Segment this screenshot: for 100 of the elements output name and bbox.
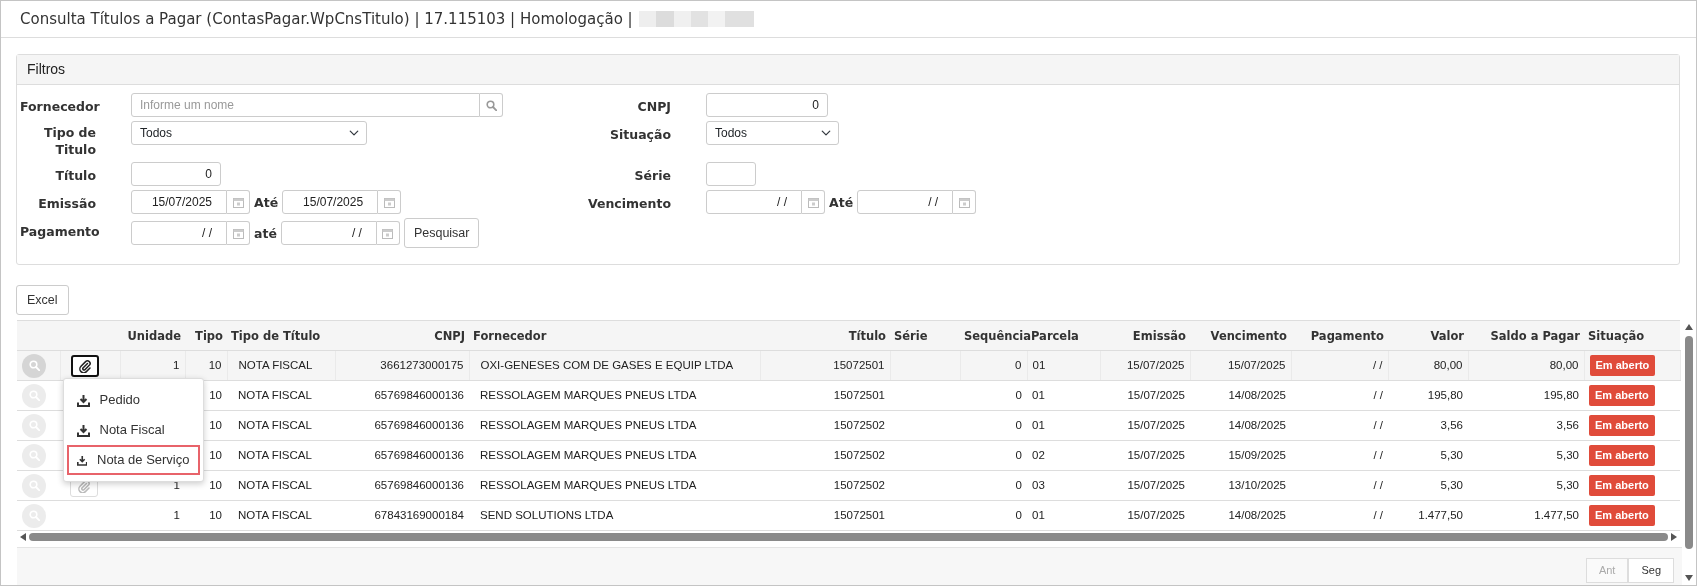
table-cell: 10 [185, 500, 227, 531]
dropdown[interactable]: Todos [131, 121, 367, 145]
table-cell: 65769846000136 [335, 410, 469, 441]
table-cell: 15/07/2025 [1190, 350, 1291, 381]
table-cell: NOTA FISCAL [227, 440, 335, 471]
search-icon [28, 360, 40, 371]
calendar-button[interactable] [953, 190, 977, 214]
table-cell: / / [1291, 440, 1388, 471]
menu-item[interactable]: Nota de Serviço [66, 445, 200, 475]
name-field[interactable]: Informe um nome [131, 93, 480, 117]
date-field[interactable]: / / [131, 221, 227, 245]
calendar-button[interactable] [378, 190, 402, 214]
column-header: Emissão [1100, 320, 1190, 351]
calendar-button[interactable] [376, 221, 400, 245]
table-cell: 15072501 [760, 380, 890, 411]
table-cell: 01 [1027, 410, 1100, 441]
calendar-icon [232, 196, 244, 208]
calendar-button[interactable] [802, 190, 825, 214]
table-cell: 0 [960, 470, 1027, 501]
table-cell: 80,00 [1388, 350, 1468, 381]
panel-header: Filtros [17, 55, 1679, 85]
calendar-icon [383, 196, 395, 208]
column-header: Série [890, 320, 960, 351]
field-label: Título [54, 167, 96, 185]
table-cell: 13/10/2025 [1190, 470, 1291, 501]
table-cell: RESSOLAGEM MARQUES PNEUS LTDA [469, 440, 760, 471]
table-cell: NOTA FISCAL [227, 380, 335, 411]
table-cell: 65769846000136 [335, 440, 469, 471]
download-icon [76, 423, 90, 437]
table-cell: 65769846000136 [335, 470, 469, 501]
table-cell: 3661273000175 [335, 350, 469, 381]
table-cell: 0 [960, 500, 1027, 531]
table-cell: 02 [1027, 440, 1100, 471]
table-cell: OXI-GENESES COM DE GASES E EQUIP LTDA [469, 350, 760, 381]
table-cell: 1.477,50 [1468, 500, 1584, 531]
table-cell: 5,30 [1388, 440, 1468, 471]
excel-button[interactable]: Excel [16, 285, 69, 315]
number-field[interactable]: 0 [706, 93, 828, 117]
table-cell: RESSOLAGEM MARQUES PNEUS LTDA [469, 470, 760, 501]
column-header: CNPJ [335, 320, 469, 351]
table-cell: / / [1291, 350, 1388, 381]
status-badge: Em aberto [1589, 385, 1655, 406]
calendar-icon [382, 227, 394, 239]
dropdown[interactable]: Todos [706, 121, 839, 145]
paperclip-icon [77, 358, 92, 373]
calendar-button[interactable] [227, 221, 250, 245]
table-cell: 5,30 [1468, 440, 1584, 471]
calendar-icon [807, 196, 819, 208]
search-button[interactable]: Pesquisar [403, 218, 480, 248]
download-icon [76, 393, 90, 407]
calendar-icon [232, 227, 244, 239]
date-field[interactable]: 15/07/2025 [282, 190, 379, 214]
down-arrow-icon [1685, 575, 1693, 581]
field-label: Situação [608, 126, 671, 144]
table-cell: 0 [960, 410, 1027, 441]
table-cell: 195,80 [1468, 380, 1584, 411]
table-cell: 03 [1027, 470, 1100, 501]
column-header: Saldo a Pagar [1468, 320, 1584, 351]
table-cell: 1.477,50 [1388, 500, 1468, 531]
range-label: Até [254, 194, 279, 210]
table-cell: 15/07/2025 [1100, 470, 1190, 501]
range-label: Até [829, 194, 854, 210]
status-badge: Em aberto [1589, 475, 1655, 496]
status-badge: Em aberto [1589, 445, 1655, 466]
table-cell: 15072502 [760, 410, 890, 441]
table-cell: 15072501 [760, 500, 890, 531]
page-button[interactable]: Seg [1628, 558, 1674, 583]
column-header: Pagamento [1291, 320, 1388, 351]
table-cell: 15072502 [760, 440, 890, 471]
table-cell: 10 [185, 470, 227, 501]
table-cell: 67843169000184 [335, 500, 469, 531]
table-cell: SEND SOLUTIONS LTDA [469, 500, 760, 531]
table-cell: 0 [960, 380, 1027, 411]
date-field[interactable]: / / [280, 221, 377, 245]
calendar-button[interactable] [227, 190, 250, 214]
search-button[interactable] [480, 93, 503, 117]
table-cell: 15/07/2025 [1100, 500, 1190, 531]
table-cell: 01 [1027, 350, 1100, 381]
field-label: Emissão [37, 195, 96, 213]
attachment-button[interactable] [70, 354, 99, 377]
table-cell: 80,00 [1468, 350, 1584, 381]
column-header: Tipo [185, 320, 227, 351]
table-cell: 65769846000136 [335, 380, 469, 411]
table-cell: / / [1291, 410, 1388, 441]
date-field[interactable]: / / [857, 190, 954, 214]
table-cell: NOTA FISCAL [227, 350, 335, 381]
column-header: Tipo de Título [227, 320, 335, 351]
table-cell: 5,30 [1468, 470, 1584, 501]
column-header: Unidade [120, 320, 185, 351]
view-button[interactable] [22, 353, 46, 378]
table-cell: 5,30 [1388, 470, 1468, 501]
date-field[interactable]: 15/07/2025 [131, 190, 227, 214]
date-field[interactable]: / / [706, 190, 802, 214]
number-field[interactable]: 0 [131, 162, 221, 186]
range-label: até [254, 225, 277, 241]
table-cell: 15072501 [760, 350, 890, 381]
text-field[interactable] [706, 162, 756, 186]
calendar-icon [958, 196, 970, 208]
left-arrow-icon [20, 533, 26, 541]
table-cell: 01 [1027, 380, 1100, 411]
